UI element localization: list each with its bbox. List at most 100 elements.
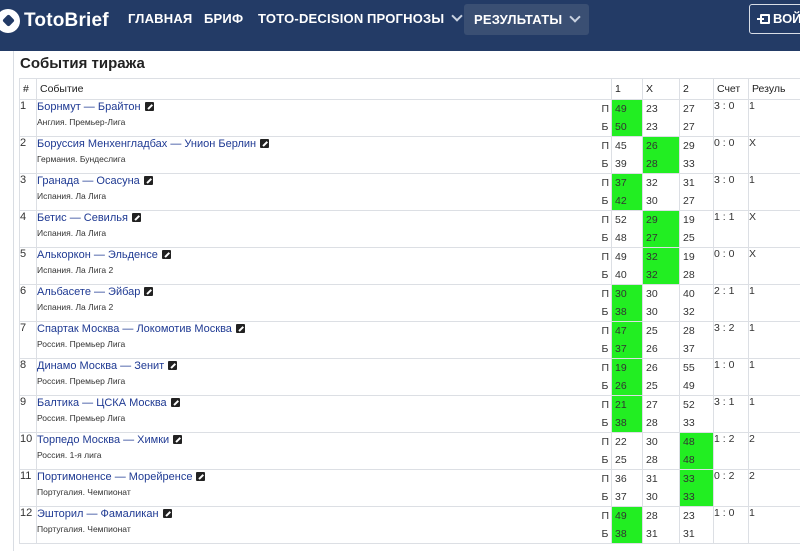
score-cell: 3 : 1	[714, 396, 749, 433]
forecast-b-value: 31	[643, 525, 679, 543]
external-link-icon[interactable]	[144, 287, 153, 296]
external-link-icon[interactable]	[132, 213, 141, 222]
event-link[interactable]: Бетис — Севилья	[37, 212, 128, 224]
result-cell: 1	[749, 174, 800, 211]
outcome-cell-2: 2331	[680, 507, 714, 544]
pb-label-b: Б	[601, 488, 609, 506]
outcome-cell-2: 2727	[680, 100, 714, 137]
pb-label-p: П	[601, 285, 609, 303]
score-cell: 1 : 0	[714, 359, 749, 396]
forecast-p-value: 36	[612, 470, 642, 488]
forecast-p-value: 49	[612, 248, 642, 266]
forecast-b-value: 49	[680, 377, 713, 395]
forecast-b-value: 39	[612, 155, 642, 173]
league-name: Испания. Ла Лига	[37, 191, 611, 201]
pb-labels: ПБ	[601, 211, 609, 247]
forecast-b-value: 33	[680, 488, 713, 506]
event-link[interactable]: Гранада — Осасуна	[37, 175, 140, 187]
forecast-b-value: 40	[612, 266, 642, 284]
event-link[interactable]: Боруссия Менхенгладбах — Унион Берлин	[37, 138, 256, 150]
event-link[interactable]: Портимоненсе — Морейренсе	[37, 471, 192, 483]
forecast-p-value: 19	[680, 211, 713, 229]
external-link-icon[interactable]	[145, 102, 154, 111]
external-link-icon[interactable]	[196, 472, 205, 481]
outcome-cell-2: 3333	[680, 470, 714, 507]
forecast-b-value: 23	[643, 118, 679, 136]
row-number: 1	[20, 100, 37, 137]
chevron-down-icon	[570, 11, 581, 22]
event-link[interactable]: Альбасете — Эйбар	[37, 286, 140, 298]
outcome-cell-x: 2526	[643, 322, 680, 359]
forecast-b-value: 26	[643, 340, 679, 358]
pb-labels: ПБ	[601, 285, 609, 321]
league-name: Испания. Ла Лига 2	[37, 265, 611, 275]
nav-item-home[interactable]: ГЛАВНАЯ	[128, 0, 192, 38]
result-text: X	[749, 137, 756, 149]
row-number: 11	[20, 470, 37, 507]
nav-item-forecasts[interactable]: ПРОГНОЗЫ	[367, 0, 461, 38]
pb-label-p: П	[601, 100, 609, 118]
result-cell: X	[749, 248, 800, 285]
external-link-icon[interactable]	[162, 250, 171, 259]
pb-label-b: Б	[601, 118, 609, 136]
event-cell: Борнмут — БрайтонАнглия. Премьер-ЛигаПБ	[37, 100, 612, 137]
event-link[interactable]: Борнмут — Брайтон	[37, 101, 141, 113]
col-header-1: 1	[612, 79, 643, 100]
forecast-p-value: 55	[680, 359, 713, 377]
score-cell: 0 : 0	[714, 248, 749, 285]
forecast-p-value: 32	[643, 248, 679, 266]
chevron-down-icon	[452, 10, 463, 21]
table-row: 6Альбасете — ЭйбарИспания. Ла Лига 2ПБ30…	[20, 285, 800, 322]
nav-item-toto-decision[interactable]: TOTO-DECISION	[258, 0, 363, 38]
logo[interactable]: TotoBrief	[0, 9, 109, 33]
outcome-cell-1: 5248	[612, 211, 643, 248]
event-cell: Торпедо Москва — ХимкиРоссия. 1-я лигаПБ	[37, 433, 612, 470]
event-link[interactable]: Балтика — ЦСКА Москва	[37, 397, 167, 409]
outcome-cell-1: 3038	[612, 285, 643, 322]
forecast-b-value: 25	[680, 229, 713, 247]
league-name: Россия. 1-я лига	[37, 450, 611, 460]
external-link-icon[interactable]	[260, 139, 269, 148]
external-link-icon[interactable]	[163, 509, 172, 518]
login-label: ВОЙ	[773, 11, 800, 26]
event-link[interactable]: Торпедо Москва — Химки	[37, 434, 169, 446]
external-link-icon[interactable]	[168, 361, 177, 370]
result-cell: X	[749, 211, 800, 248]
forecast-b-value: 27	[680, 118, 713, 136]
forecast-b-value: 30	[643, 303, 679, 321]
event-cell: Портимоненсе — Морейренсе Португалия. Чем…	[37, 470, 612, 507]
result-cell: 1	[749, 285, 800, 322]
forecast-b-value: 37	[680, 340, 713, 358]
pb-label-b: Б	[601, 377, 609, 395]
logo-text: TotoBrief	[24, 10, 109, 32]
external-link-icon[interactable]	[144, 176, 153, 185]
event-link[interactable]: Алькоркон — Эльденсе	[37, 249, 158, 261]
pb-labels: ПБ	[601, 359, 609, 395]
forecast-p-value: 21	[612, 396, 642, 414]
external-link-icon[interactable]	[236, 324, 245, 333]
result-cell: 1	[749, 396, 800, 433]
login-button[interactable]: ВОЙ	[749, 4, 800, 34]
result-text: 1	[749, 322, 755, 334]
score-cell: 0 : 0	[714, 137, 749, 174]
outcome-cell-x: 2728	[643, 396, 680, 433]
forecast-p-value: 26	[643, 137, 679, 155]
external-link-icon[interactable]	[171, 398, 180, 407]
event-cell: Эшторил — ФамаликанПортугалия. Чемпионат…	[37, 507, 612, 544]
forecast-b-value: 38	[612, 525, 642, 543]
nav-item-brief[interactable]: БРИФ	[204, 0, 243, 38]
nav-item-results[interactable]: РЕЗУЛЬТАТЫ	[464, 4, 589, 35]
event-link[interactable]: Эшторил — Фамаликан	[37, 508, 159, 520]
forecast-b-value: 30	[643, 192, 679, 210]
score-text: 0 : 2	[714, 470, 734, 482]
score-cell: 1 : 1	[714, 211, 749, 248]
event-link[interactable]: Динамо Москва — Зенит	[37, 360, 164, 372]
score-text: 3 : 0	[714, 174, 734, 186]
event-link[interactable]: Спартак Москва — Локомотив Москва	[37, 323, 232, 335]
table-row: 11Портимоненсе — Морейренсе Португалия. Ч…	[20, 470, 800, 507]
league-name: Португалия. Чемпионат	[37, 487, 611, 497]
external-link-icon[interactable]	[173, 435, 182, 444]
table-row: 4Бетис — СевильяИспания. Ла ЛигаПБ524829…	[20, 211, 800, 248]
forecast-p-value: 26	[643, 359, 679, 377]
row-number-text: 8	[20, 359, 26, 371]
